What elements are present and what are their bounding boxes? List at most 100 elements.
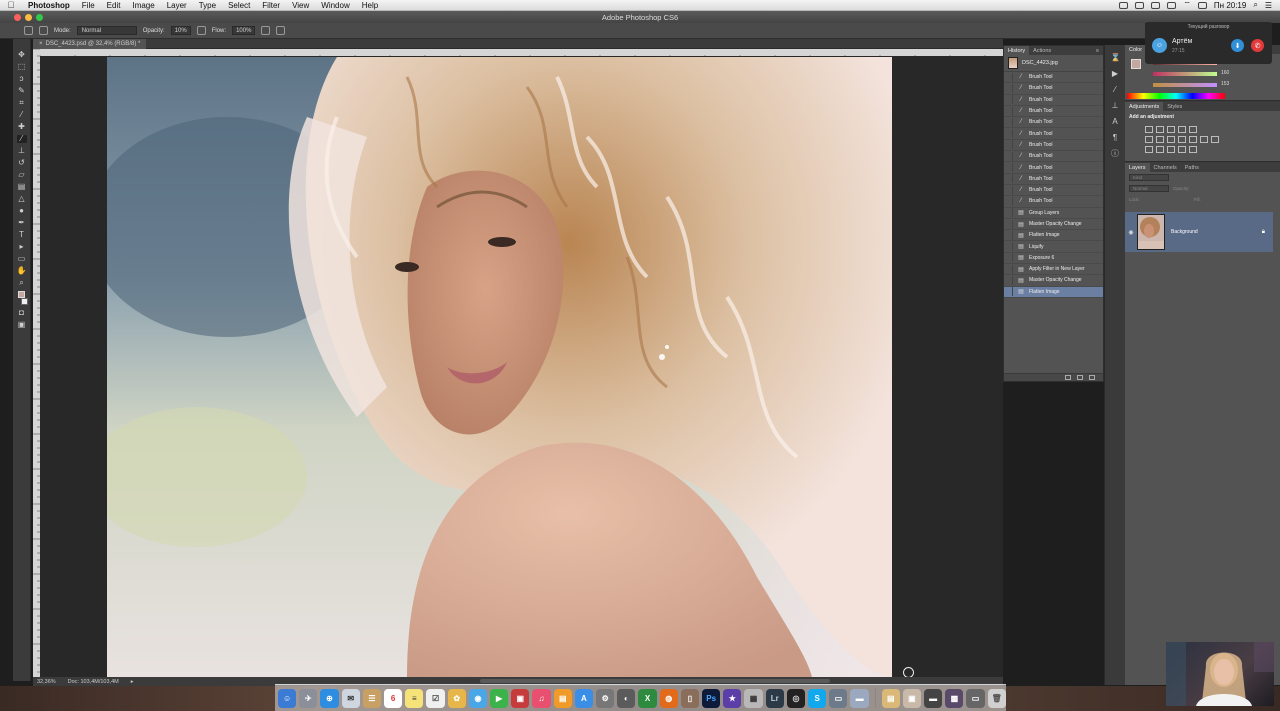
- history-state[interactable]: ⁄ Brush Tool: [1004, 128, 1103, 140]
- aperture-icon[interactable]: ◎: [786, 688, 806, 708]
- history-brush-source-checkbox[interactable]: [1004, 129, 1013, 139]
- history-brush-source-checkbox[interactable]: [1004, 151, 1013, 161]
- history-state[interactable]: ⁄ Brush Tool: [1004, 72, 1103, 84]
- menu-window[interactable]: Window: [315, 1, 355, 10]
- tab-layers[interactable]: Layers: [1125, 163, 1150, 172]
- tab-actions[interactable]: Actions: [1029, 46, 1055, 55]
- firefox-icon[interactable]: ◍: [659, 688, 678, 708]
- clock[interactable]: Пн 20:19: [1214, 1, 1246, 10]
- battery-icon[interactable]: [1197, 1, 1207, 9]
- info-panel-icon[interactable]: ⓘ: [1111, 149, 1120, 158]
- menu-select[interactable]: Select: [222, 1, 256, 10]
- history-brush-source-checkbox[interactable]: [1004, 117, 1013, 127]
- lightroom-icon[interactable]: Lr: [765, 688, 784, 708]
- invert-icon[interactable]: [1145, 146, 1153, 153]
- menu-edit[interactable]: Edit: [101, 1, 127, 10]
- history-state[interactable]: ▤ Liquify: [1004, 241, 1103, 253]
- call-info-button[interactable]: ⬇: [1231, 39, 1244, 52]
- portrait-photo[interactable]: [107, 57, 892, 677]
- photo-filter-icon[interactable]: [1189, 136, 1197, 143]
- history-brush-source-checkbox[interactable]: [1004, 196, 1013, 206]
- gradient-map-icon[interactable]: [1178, 146, 1186, 153]
- history-state[interactable]: ⁄ Brush Tool: [1004, 83, 1103, 95]
- tab-styles[interactable]: Styles: [1163, 102, 1186, 111]
- history-state[interactable]: ⁄ Brush Tool: [1004, 196, 1103, 208]
- document-tab[interactable]: × DSC_4423.psd @ 32,4% (RGB/8) *: [33, 38, 147, 49]
- menu-filter[interactable]: Filter: [256, 1, 286, 10]
- new-snapshot-icon[interactable]: [1077, 375, 1083, 380]
- horizontal-ruler[interactable]: [40, 49, 1003, 56]
- photos-icon[interactable]: ✿: [447, 688, 466, 708]
- tab-paths[interactable]: Paths: [1181, 163, 1203, 172]
- move-tool-icon[interactable]: ✥: [17, 51, 27, 59]
- history-brush-source-checkbox[interactable]: [1004, 174, 1013, 184]
- dropbox-icon[interactable]: [1135, 1, 1145, 9]
- color-foreground-chip[interactable]: [1131, 59, 1141, 69]
- history-brush-source-checkbox[interactable]: [1004, 140, 1013, 150]
- panel-menu-icon[interactable]: ≡: [1092, 46, 1103, 55]
- type-tool-icon[interactable]: T: [17, 231, 27, 239]
- layer-row-background[interactable]: ◉ Background 🔒︎: [1125, 212, 1273, 252]
- color-lookup-icon[interactable]: [1211, 136, 1219, 143]
- color-spectrum[interactable]: [1127, 93, 1225, 99]
- history-state[interactable]: ▤ Master Opacity Change: [1004, 275, 1103, 287]
- menu-layer[interactable]: Layer: [161, 1, 193, 10]
- spotlight-icon[interactable]: ⌕: [1253, 0, 1257, 10]
- gradient-icon[interactable]: [1189, 126, 1197, 133]
- airbrush-icon[interactable]: [261, 26, 271, 35]
- downloads-stack-icon[interactable]: ▤: [881, 688, 900, 708]
- history-brush-source-checkbox[interactable]: [1004, 275, 1013, 285]
- desktop-stack-icon[interactable]: ▭: [966, 688, 985, 708]
- threshold-icon[interactable]: [1167, 146, 1175, 153]
- quick-mask-icon[interactable]: ◘: [17, 309, 27, 317]
- history-snapshot[interactable]: DSC_4423.jpg: [1004, 55, 1103, 72]
- skype-icon[interactable]: [1119, 1, 1129, 9]
- brightness-contrast-icon[interactable]: [1145, 126, 1153, 133]
- flow-field[interactable]: 100%: [232, 26, 256, 35]
- levels-icon[interactable]: [1156, 126, 1164, 133]
- history-state[interactable]: ▤ Apply Filter in New Layer: [1004, 264, 1103, 276]
- character-panel-icon[interactable]: A: [1111, 117, 1120, 126]
- brush-panel-icon[interactable]: ⁄: [1111, 85, 1120, 94]
- brush-tool-icon[interactable]: ⁄: [16, 135, 27, 143]
- history-state[interactable]: ▤ Flatten Image: [1004, 230, 1103, 242]
- system-preferences-icon[interactable]: ⚙: [596, 688, 615, 708]
- documents-stack-icon[interactable]: ▣: [902, 688, 922, 708]
- history-brush-source-checkbox[interactable]: [1004, 230, 1013, 240]
- messages-icon[interactable]: ◉: [468, 688, 488, 708]
- delete-state-icon[interactable]: [1089, 375, 1095, 380]
- history-brush-source-checkbox[interactable]: [1004, 185, 1013, 195]
- gradient-tool-icon[interactable]: ▤: [17, 183, 27, 191]
- bluetooth-icon[interactable]: [1167, 1, 1177, 9]
- pressure-opacity-icon[interactable]: [196, 26, 206, 35]
- ibooks-icon[interactable]: ▤: [553, 688, 572, 708]
- history-brush-source-checkbox[interactable]: [1004, 208, 1013, 218]
- hand-tool-icon[interactable]: ✋: [17, 267, 27, 275]
- screenshot-icon[interactable]: ▭: [829, 688, 848, 708]
- marquee-tool-icon[interactable]: ⬚: [17, 63, 27, 71]
- contacts-icon[interactable]: ☰: [362, 688, 382, 708]
- selective-color-icon[interactable]: [1189, 146, 1197, 153]
- wifi-icon[interactable]: ⌔: [1183, 0, 1191, 10]
- opacity-field[interactable]: 10%: [170, 26, 191, 35]
- mode-select[interactable]: Normal: [76, 26, 137, 35]
- trash-icon[interactable]: 🗑︎: [987, 688, 1006, 708]
- menu-file[interactable]: File: [76, 1, 101, 10]
- horizontal-scrollbar[interactable]: [480, 679, 830, 683]
- preview-icon[interactable]: ▦: [744, 688, 763, 708]
- history-state[interactable]: ⁄ Brush Tool: [1004, 162, 1103, 174]
- history-state[interactable]: ▤ Master Opacity Change: [1004, 219, 1103, 231]
- path-select-tool-icon[interactable]: ▸: [17, 243, 27, 251]
- apple-menu[interactable]: : [0, 0, 22, 10]
- notes-icon[interactable]: ≡: [405, 688, 424, 708]
- blur-tool-icon[interactable]: △: [17, 195, 27, 203]
- clone-source-icon[interactable]: ⊥: [1111, 101, 1120, 110]
- menu-help[interactable]: Help: [356, 1, 384, 10]
- curves-icon[interactable]: [1167, 126, 1175, 133]
- history-brush-source-checkbox[interactable]: [1004, 95, 1013, 105]
- reminders-icon[interactable]: ☑: [426, 688, 445, 708]
- history-brush-source-checkbox[interactable]: [1004, 264, 1013, 274]
- background-color-swatch[interactable]: [20, 298, 28, 305]
- doc-size-readout[interactable]: Doc: 103,4M/103,4M: [68, 679, 119, 685]
- history-state[interactable]: ⁄ Brush Tool: [1004, 117, 1103, 129]
